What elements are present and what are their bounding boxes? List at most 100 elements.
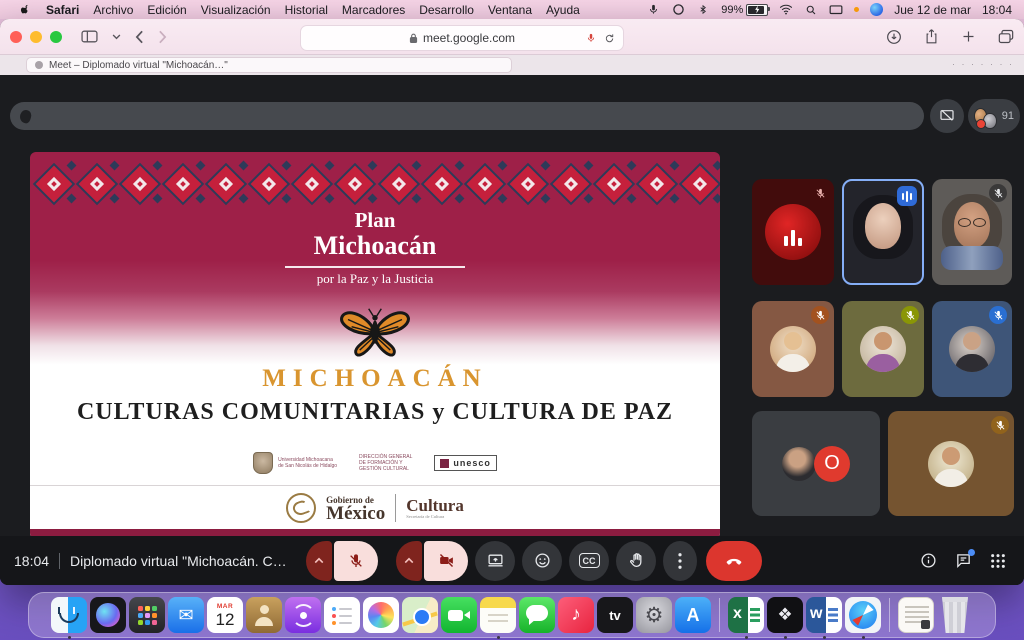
dock-siri-icon[interactable] (90, 597, 126, 633)
menu-desarrollo[interactable]: Desarrollo (419, 3, 474, 17)
menu-marcadores[interactable]: Marcadores (342, 3, 405, 17)
meet-top-banner[interactable] (10, 102, 924, 130)
dock-maps-icon[interactable] (402, 597, 438, 633)
activities-grid-icon[interactable] (990, 553, 1006, 569)
menu-ayuda[interactable]: Ayuda (546, 3, 580, 17)
menu-edicion[interactable]: Edición (147, 3, 186, 17)
camera-control (396, 541, 468, 581)
display-mirroring-icon[interactable] (829, 3, 843, 17)
back-button[interactable] (135, 30, 144, 44)
dock-contacts-icon[interactable] (246, 597, 282, 633)
university-crest-icon (253, 452, 273, 474)
dock-launchpad-icon[interactable] (129, 597, 165, 633)
stop-presenting-button[interactable] (930, 99, 964, 133)
zoom-window-button[interactable] (50, 31, 62, 43)
dock-separator (889, 598, 890, 632)
control-bar-divider (59, 553, 60, 569)
camera-options-chevron[interactable] (396, 541, 422, 581)
dock-settings-icon[interactable]: ⚙ (636, 597, 672, 633)
battery-indicator[interactable]: 99% (721, 4, 768, 16)
emoji-reaction-button[interactable] (522, 541, 562, 581)
participant-tile-logo[interactable] (752, 179, 834, 285)
status-app-icon[interactable] (870, 3, 883, 16)
dock-excel-icon[interactable]: x (728, 597, 764, 633)
dock-podcasts-icon[interactable] (285, 597, 321, 633)
university-logo-text: Universidad Michoacanade San Nicolás de … (278, 457, 337, 469)
more-options-button[interactable] (663, 541, 697, 581)
close-window-button[interactable] (10, 31, 22, 43)
audio-activity-icon (897, 186, 917, 206)
mic-mute-button[interactable] (334, 541, 378, 581)
active-tab[interactable]: Meet – Diplomado virtual "Michoacán…" (26, 57, 512, 73)
menu-date[interactable]: Jue 12 de mar (894, 3, 971, 17)
present-screen-button[interactable] (475, 541, 515, 581)
menu-ventana[interactable]: Ventana (488, 3, 532, 17)
participant-tile-video[interactable] (932, 179, 1012, 285)
dock-music-icon[interactable]: ♪ (558, 597, 594, 633)
mic-muted-icon (811, 184, 829, 202)
participant-tile-pair[interactable]: O (752, 411, 880, 516)
dock-safari-icon[interactable] (845, 597, 881, 633)
overflow-avatar: O (814, 446, 850, 482)
dock-recent-document-icon[interactable] (898, 597, 934, 633)
slide-state-name: MICHOACÁN (30, 365, 720, 393)
dock-photos-icon[interactable] (363, 597, 399, 633)
camera-off-button[interactable] (424, 541, 468, 581)
address-bar[interactable]: meet.google.com (300, 25, 624, 51)
sidebar-toggle-icon[interactable] (81, 30, 98, 43)
raise-hand-button[interactable] (616, 541, 656, 581)
dock-finder-icon[interactable] (51, 597, 87, 633)
overflow-avatar-letter: O (824, 452, 840, 475)
participant-tile-avatar[interactable] (932, 301, 1012, 397)
gobierno-eagle-icon (286, 493, 316, 523)
creative-cloud-icon[interactable] (671, 3, 685, 17)
apple-menu-icon[interactable] (19, 3, 32, 17)
dock-word-icon[interactable]: w (806, 597, 842, 633)
participants-button[interactable]: 91 (968, 99, 1020, 133)
participant-tile-avatar[interactable] (842, 301, 924, 397)
minimize-window-button[interactable] (30, 31, 42, 43)
menu-visualizacion[interactable]: Visualización (201, 3, 271, 17)
menu-historial[interactable]: Historial (285, 3, 328, 17)
share-icon[interactable] (924, 28, 939, 45)
bluetooth-icon[interactable] (696, 3, 710, 17)
tab-overview-icon[interactable] (998, 29, 1014, 44)
dock-notes-icon[interactable] (480, 597, 516, 633)
spotlight-icon[interactable] (804, 3, 818, 17)
dock-appletv-icon[interactable]: tv (597, 597, 633, 633)
participant-tile-speaking[interactable] (842, 179, 924, 285)
calendar-day: 12 (216, 611, 235, 628)
downloads-icon[interactable] (886, 29, 902, 45)
dock-reminders-icon[interactable] (324, 597, 360, 633)
menu-time[interactable]: 18:04 (982, 3, 1012, 17)
chat-button[interactable] (955, 552, 972, 569)
leave-call-button[interactable] (706, 541, 762, 581)
captions-button[interactable]: CC (569, 541, 609, 581)
browser-toolbar: meet.google.com (0, 19, 1024, 55)
tab-group-chevron-icon[interactable] (112, 33, 121, 40)
dock-calendar-icon[interactable]: MAR 12 (207, 597, 243, 633)
menu-archivo[interactable]: Archivo (93, 3, 133, 17)
mic-muted-icon (989, 306, 1007, 324)
dock-facetime-icon[interactable] (441, 597, 477, 633)
participant-tile-avatar[interactable] (752, 301, 834, 397)
participant-tile-avatar[interactable] (888, 411, 1014, 516)
dock-trash-icon[interactable] (937, 597, 973, 633)
participant-video-face (949, 198, 995, 256)
reload-icon (604, 33, 615, 44)
new-tab-icon[interactable] (961, 29, 976, 44)
dock-appstore-icon[interactable]: A (675, 597, 711, 633)
dock-messages-icon[interactable] (519, 597, 555, 633)
dock-mail-icon[interactable]: ✉ (168, 597, 204, 633)
wifi-icon[interactable] (779, 3, 793, 17)
dock-black-cube-app-icon[interactable]: ❖ (767, 597, 803, 633)
direccion-general-text: DIRECCIÓN GENERALDE FORMACIÓN YGESTIÓN C… (359, 454, 412, 472)
forward-button[interactable] (158, 30, 167, 44)
mic-options-chevron[interactable] (306, 541, 332, 581)
meeting-details-icon[interactable] (920, 552, 937, 569)
meeting-time: 18:04 (14, 553, 49, 569)
slide-title-line2: Michoacán (30, 231, 720, 261)
mic-status-icon[interactable] (646, 3, 660, 17)
menu-app-name[interactable]: Safari (46, 3, 79, 17)
slide-title-line1: Plan (30, 208, 720, 233)
